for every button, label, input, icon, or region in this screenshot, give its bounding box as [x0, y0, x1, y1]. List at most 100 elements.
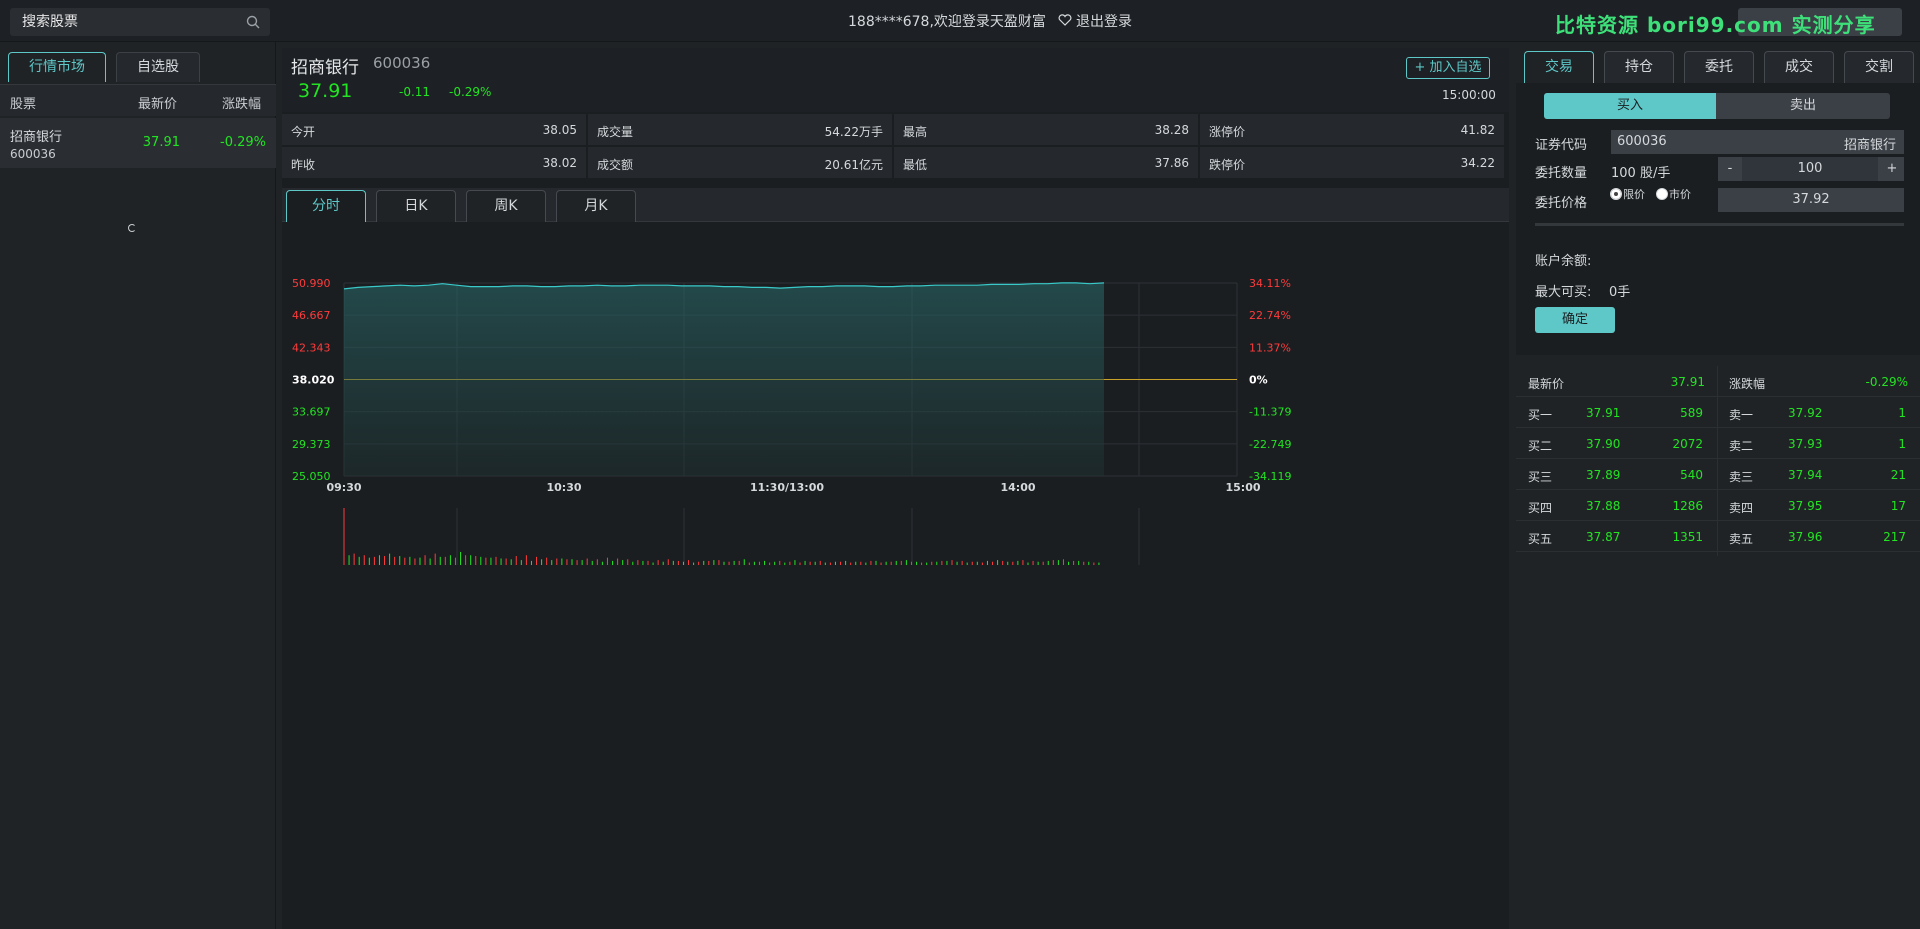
quantity-unit: 100 股/手: [1611, 166, 1671, 181]
radio-checked-icon: [1610, 188, 1622, 200]
quote-value: 38.28: [1154, 123, 1189, 137]
quote-time: 15:00:00: [1442, 88, 1496, 102]
quote-cell: 最低 37.86: [894, 147, 1199, 179]
buy-button[interactable]: 买入: [1544, 93, 1716, 119]
stock-list-header: 股票 最新价 涨跌幅: [0, 84, 276, 116]
ask-level-label: 卖二: [1729, 439, 1754, 453]
ask-level-label: 卖五: [1729, 532, 1754, 546]
stock-row-name: 招商银行: [10, 130, 63, 145]
header-change: 涨跌幅: [222, 97, 262, 112]
chart-panel: 招商银行 600036 37.91 -0.11 -0.29% + 加入自选 15…: [282, 48, 1509, 929]
quote-value: 54.22万手: [824, 125, 883, 139]
quote-label: 成交额: [597, 158, 634, 172]
stock-price: 37.91: [298, 80, 353, 102]
y-tick-left: 50.990: [292, 277, 331, 290]
ask-volume: 1: [1898, 437, 1906, 451]
latest-price-label: 最新价: [1528, 377, 1565, 391]
bid-price: 37.91: [1586, 406, 1621, 420]
tab-positions[interactable]: 持仓: [1604, 51, 1674, 83]
tab-fills[interactable]: 成交: [1764, 51, 1834, 83]
quantity-decrement-button[interactable]: -: [1718, 157, 1742, 181]
quote-label: 昨收: [291, 158, 316, 172]
book-summary-row: 最新价 37.91: [1516, 366, 1717, 397]
price-area: [344, 282, 1104, 476]
tab-monthly-k[interactable]: 月K: [556, 190, 636, 222]
quantity-input[interactable]: 100: [1742, 157, 1878, 181]
search-input[interactable]: [10, 8, 240, 36]
y-tick-right: -11.379: [1249, 406, 1291, 419]
tab-weekly-k[interactable]: 周K: [466, 190, 546, 222]
quote-cell: 成交额 20.61亿元: [588, 147, 893, 179]
header-price: 最新价: [138, 97, 178, 112]
quote-label: 今开: [291, 125, 316, 139]
tab-orders[interactable]: 委托: [1684, 51, 1754, 83]
quantity-increment-button[interactable]: +: [1880, 157, 1904, 181]
quote-cell: 涨停价 41.82: [1200, 114, 1505, 146]
stock-name: 招商银行: [291, 58, 359, 78]
bid-level-label: 买五: [1528, 532, 1553, 546]
ask-row: 卖三 37.94 21: [1718, 459, 1920, 490]
stock-row[interactable]: 招商银行 600036 37.91 -0.29%: [0, 118, 276, 168]
bid-level-label: 买一: [1528, 408, 1553, 422]
stock-list-panel: 行情市场 自选股 股票 最新价 涨跌幅 招商银行 600036 37.91 -0…: [0, 42, 276, 929]
logout-label: 退出登录: [1076, 14, 1132, 30]
ask-price: 37.94: [1788, 468, 1823, 482]
heart-icon: [1058, 14, 1072, 26]
stock-row-price: 37.91: [142, 135, 180, 150]
ask-volume: 17: [1890, 499, 1906, 513]
y-tick-left: 42.343: [292, 341, 331, 354]
security-code-field[interactable]: 600036 招商银行: [1611, 130, 1904, 154]
bid-row: 买二 37.90 2072: [1516, 428, 1717, 459]
tab-daily-k[interactable]: 日K: [376, 190, 456, 222]
quote-label: 最高: [903, 125, 928, 139]
search-icon[interactable]: [246, 15, 260, 29]
tab-intraday[interactable]: 分时: [286, 190, 366, 222]
book-change-label: 涨跌幅: [1729, 377, 1766, 391]
market-price-radio[interactable]: 市价: [1656, 186, 1691, 202]
ask-level-label: 卖四: [1729, 501, 1754, 515]
bid-volume: 589: [1680, 406, 1703, 420]
y-tick-right: 22.74%: [1249, 309, 1291, 322]
x-tick-label: 11:30/13:00: [750, 481, 824, 494]
stock-change-percent: -0.29%: [449, 85, 492, 99]
sell-button[interactable]: 卖出: [1716, 93, 1890, 119]
tab-settlement[interactable]: 交割: [1844, 51, 1914, 83]
limit-price-label: 限价: [1623, 188, 1645, 201]
tab-market[interactable]: 行情市场: [8, 52, 106, 82]
book-change-value: -0.29%: [1865, 375, 1908, 389]
code-label: 证券代码: [1535, 138, 1588, 153]
loading-spinner-icon: [128, 224, 136, 232]
watermark-text: 比特资源 bori99.com 实测分享: [1555, 13, 1876, 37]
ask-row: 卖一 37.92 1: [1718, 397, 1920, 428]
bid-volume: 1286: [1672, 499, 1703, 513]
bid-price: 37.88: [1586, 499, 1621, 513]
quote-grid: 今开 38.05 成交量 54.22万手 最高 38.28 涨停价 41.82 昨收 38.02 成…: [282, 114, 1509, 180]
buy-sell-toggle: 买入 卖出: [1544, 93, 1890, 119]
quote-label: 涨停价: [1209, 125, 1246, 139]
balance-label: 账户余额:: [1535, 254, 1592, 269]
price-label: 委托价格: [1535, 196, 1588, 211]
limit-price-radio[interactable]: 限价: [1610, 186, 1645, 202]
quote-cell: 跌停价 34.22: [1200, 147, 1505, 179]
bid-volume: 2072: [1672, 437, 1703, 451]
bid-price: 37.90: [1586, 437, 1621, 451]
quote-label: 跌停价: [1209, 158, 1246, 172]
confirm-button[interactable]: 确定: [1535, 307, 1615, 333]
logout-button[interactable]: 退出登录: [1058, 11, 1132, 31]
quote-cell: 今开 38.05: [282, 114, 587, 146]
stock-row-code: 600036: [10, 147, 56, 161]
x-tick-label: 15:00: [1225, 481, 1260, 494]
ask-level-label: 卖三: [1729, 470, 1754, 484]
add-watchlist-button[interactable]: + 加入自选: [1406, 57, 1490, 79]
tab-trade[interactable]: 交易: [1524, 51, 1594, 83]
order-price-input[interactable]: 37.92: [1718, 188, 1904, 212]
tab-watchlist[interactable]: 自选股: [116, 52, 200, 82]
ask-volume: 1: [1898, 406, 1906, 420]
intraday-chart[interactable]: 50.990 46.667 42.343 38.020 33.697 29.373 25.0…: [282, 223, 1509, 683]
x-tick-label: 10:30: [546, 481, 581, 494]
y-tick-right: 34.11%: [1249, 277, 1291, 290]
search-box[interactable]: [10, 8, 270, 36]
chart-tabs: 分时 日K 周K 月K: [282, 188, 1509, 222]
stock-code: 600036: [373, 54, 431, 72]
y-tick-right: -22.749: [1249, 438, 1291, 451]
